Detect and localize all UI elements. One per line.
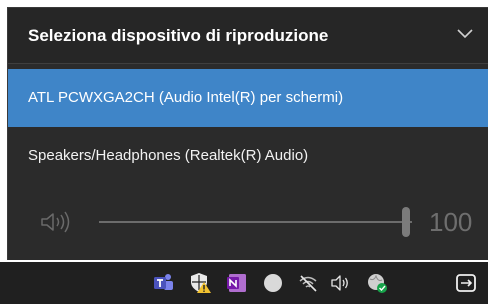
teams-icon[interactable] (152, 272, 174, 294)
device-label: ATL PCWXGA2CH (Audio Intel(R) per scherm… (28, 89, 344, 106)
display-switch-icon[interactable] (455, 272, 477, 294)
device-label: Speakers/Headphones (Realtek(R) Audio) (28, 147, 309, 164)
taskbar (0, 262, 488, 304)
flyout-header[interactable]: Seleziona dispositivo di riproduzione (8, 8, 488, 64)
onenote-icon[interactable] (226, 272, 248, 294)
device-item-atl[interactable]: ATL PCWXGA2CH (Audio Intel(R) per scherm… (8, 69, 488, 127)
network-offline-icon[interactable] (297, 272, 319, 294)
speaker-icon[interactable] (40, 211, 74, 233)
volume-slider-thumb[interactable] (402, 207, 410, 237)
device-item-speakers[interactable]: Speakers/Headphones (Realtek(R) Audio) (8, 127, 488, 185)
volume-value: 100 (429, 207, 473, 237)
volume-row: 100 (8, 197, 488, 247)
security-shield-warning-icon[interactable] (189, 272, 211, 294)
speaker-icon[interactable] (330, 272, 352, 294)
flyout-title: Seleziona dispositivo di riproduzione (28, 26, 329, 45)
volume-slider-fill (99, 221, 412, 223)
playback-device-flyout: Seleziona dispositivo di riproduzione AT… (7, 7, 488, 260)
volume-slider-track[interactable] (99, 221, 412, 223)
network-ok-icon[interactable] (366, 272, 388, 294)
chevron-down-icon[interactable] (456, 27, 474, 41)
circle-app-icon[interactable] (262, 272, 284, 294)
